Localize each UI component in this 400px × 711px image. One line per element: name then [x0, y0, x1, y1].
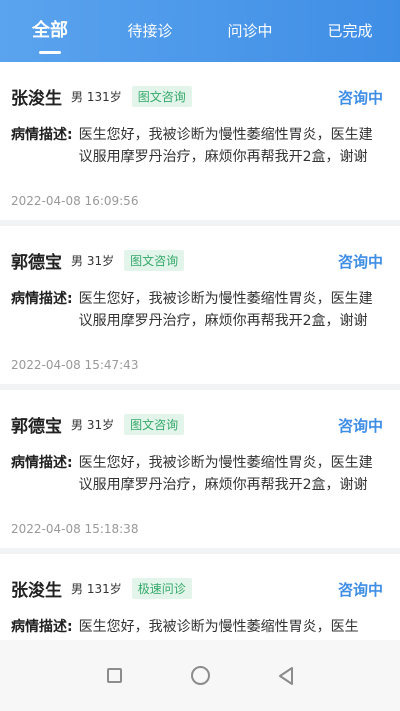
consultation-type-badge: 图文咨询	[124, 413, 185, 435]
description-label: 病情描述:	[11, 455, 73, 471]
description-text: 医生您好，我被诊断为慢性萎缩性胃炎，医生建议服用摩罗丹治疗，麻烦你再帮我开2盒，…	[78, 455, 373, 493]
card-header: 郭德宝 男 31岁 图文咨询	[11, 411, 185, 437]
consultation-time: 2022-04-08 16:09:56	[11, 194, 139, 208]
tab-label: 待接诊	[127, 22, 173, 40]
consultation-status: 咨询中	[337, 253, 383, 271]
consultation-list[interactable]: 张浚生 男 131岁 图文咨询 咨询中 病情描述: 医生您好，我被诊断为慢性萎缩…	[0, 62, 400, 640]
status-tabbar: 全部 待接诊 问诊中 已完成	[0, 0, 400, 62]
patient-gender-age: 男 131岁	[71, 581, 122, 596]
card-header: 郭德宝 男 31岁 图文咨询	[11, 247, 185, 273]
tab-pending[interactable]: 待接诊	[100, 0, 200, 62]
consultation-status: 咨询中	[337, 89, 383, 107]
consultation-time: 2022-04-08 15:18:38	[11, 522, 139, 536]
patient-name: 张浚生	[11, 580, 62, 601]
consultation-card[interactable]: 郭德宝 男 31岁 图文咨询 咨询中 病情描述: 医生您好，我被诊断为慢性萎缩性…	[0, 226, 400, 384]
condition-description: 病情描述: 医生您好，我被诊断为慢性萎缩性胃炎，医生建议服用摩罗丹治疗，麻烦你再…	[11, 452, 386, 496]
consultation-type-badge: 图文咨询	[124, 249, 185, 271]
patient-name: 郭德宝	[11, 252, 62, 273]
tab-label: 问诊中	[227, 22, 273, 40]
description-text: 医生您好，我被诊断为慢性萎缩性胃炎，医生建议服用摩罗丹治疗，麻烦你再帮我开2盒，…	[78, 291, 373, 329]
patient-gender-age: 男 131岁	[71, 89, 122, 104]
tab-label: 全部	[32, 20, 68, 41]
consultation-card[interactable]: 张浚生 男 131岁 极速问诊 咨询中 病情描述: 医生您好，我被诊断为慢性萎缩…	[0, 554, 400, 640]
tab-completed[interactable]: 已完成	[300, 0, 400, 62]
consultation-card[interactable]: 张浚生 男 131岁 图文咨询 咨询中 病情描述: 医生您好，我被诊断为慢性萎缩…	[0, 62, 400, 220]
description-label: 病情描述:	[11, 291, 73, 307]
consultation-time: 2022-04-08 15:47:43	[11, 358, 139, 372]
tab-in-progress[interactable]: 问诊中	[200, 0, 300, 62]
condition-description: 病情描述: 医生您好，我被诊断为慢性萎缩性胃炎，医生	[11, 616, 386, 638]
back-icon	[279, 666, 293, 685]
description-text: 医生您好，我被诊断为慢性萎缩性胃炎，医生	[78, 619, 359, 635]
consultation-type-badge: 图文咨询	[131, 85, 192, 107]
description-label: 病情描述:	[11, 127, 73, 143]
patient-gender-age: 男 31岁	[71, 417, 115, 432]
tab-label: 已完成	[327, 22, 373, 40]
back-button[interactable]	[243, 656, 329, 696]
consultation-type-badge: 极速问诊	[131, 577, 192, 599]
card-header: 张浚生 男 131岁 极速问诊	[11, 575, 192, 601]
condition-description: 病情描述: 医生您好，我被诊断为慢性萎缩性胃炎，医生建议服用摩罗丹治疗，麻烦你再…	[11, 124, 386, 168]
active-tab-indicator	[39, 51, 61, 54]
description-text: 医生您好，我被诊断为慢性萎缩性胃炎，医生建议服用摩罗丹治疗，麻烦你再帮我开2盒，…	[78, 127, 373, 165]
consultation-card[interactable]: 郭德宝 男 31岁 图文咨询 咨询中 病情描述: 医生您好，我被诊断为慢性萎缩性…	[0, 390, 400, 548]
consultation-status: 咨询中	[337, 417, 383, 435]
condition-description: 病情描述: 医生您好，我被诊断为慢性萎缩性胃炎，医生建议服用摩罗丹治疗，麻烦你再…	[11, 288, 386, 332]
patient-gender-age: 男 31岁	[71, 253, 115, 268]
home-button[interactable]	[157, 656, 243, 696]
description-label: 病情描述:	[11, 619, 73, 635]
patient-name: 郭德宝	[11, 416, 62, 437]
patient-name: 张浚生	[11, 88, 62, 109]
system-navigation-bar	[0, 640, 400, 711]
consultation-status: 咨询中	[337, 581, 383, 599]
home-icon	[190, 666, 210, 685]
tab-all[interactable]: 全部	[0, 0, 100, 62]
recent-apps-button[interactable]	[71, 656, 157, 696]
card-header: 张浚生 男 131岁 图文咨询	[11, 83, 192, 109]
recent-apps-icon	[106, 668, 122, 683]
